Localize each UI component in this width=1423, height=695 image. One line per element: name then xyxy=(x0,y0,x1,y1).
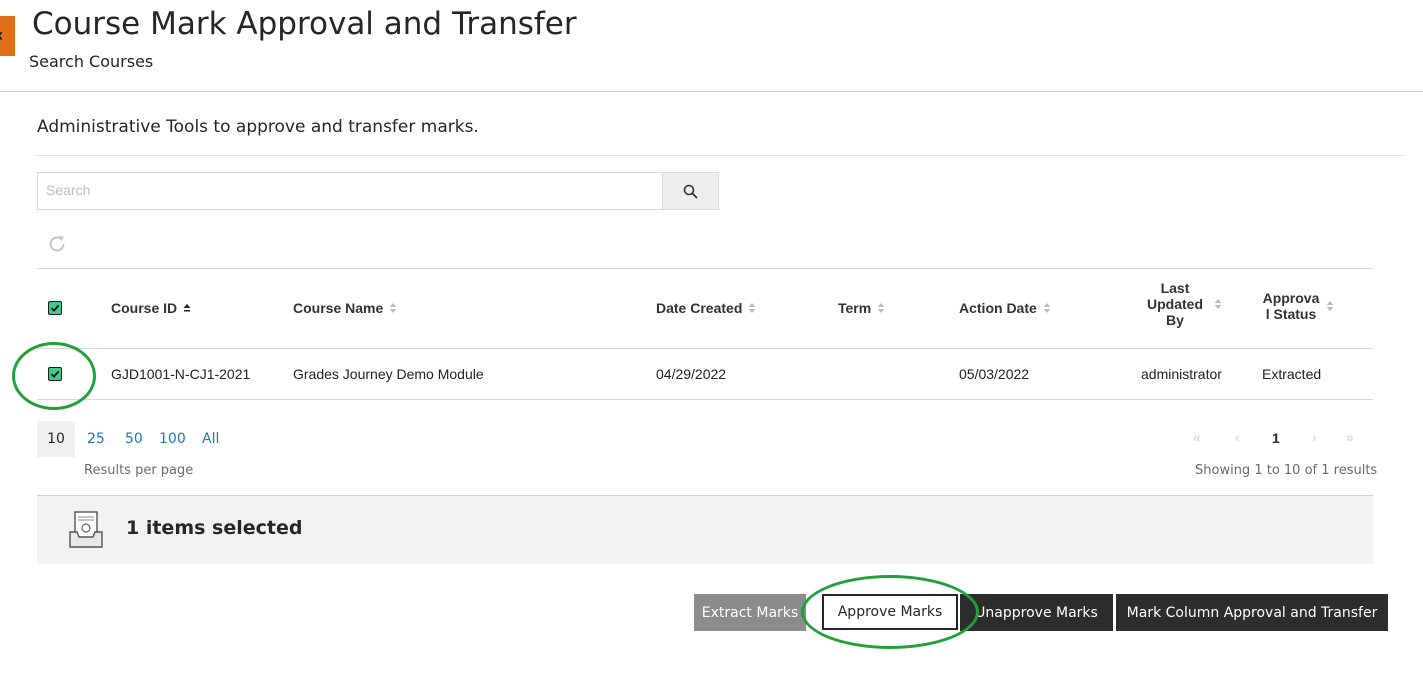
sort-icon xyxy=(389,303,397,313)
check-icon xyxy=(50,370,60,378)
per-page-option-100[interactable]: 100 xyxy=(159,431,186,447)
column-header-action-date[interactable]: Action Date xyxy=(959,300,1051,316)
sort-icon xyxy=(748,303,756,313)
intro-divider xyxy=(37,155,1403,156)
column-header-last-updated-by[interactable]: Last Updated By xyxy=(1142,280,1222,328)
page-title: Course Mark Approval and Transfer xyxy=(32,6,577,42)
column-header-approval-status[interactable]: Approval Status xyxy=(1262,290,1334,322)
column-label: Course ID xyxy=(111,300,178,316)
current-page[interactable]: 1 xyxy=(1272,430,1280,446)
column-label: Approval Status xyxy=(1262,290,1320,322)
prev-page-button[interactable]: ‹ xyxy=(1235,429,1240,445)
sort-asc-icon xyxy=(183,304,191,312)
tray-icon xyxy=(69,511,103,548)
cell-approval-status: Extracted xyxy=(1262,366,1322,382)
cell-course-name: Grades Journey Demo Module xyxy=(293,366,484,382)
per-page-option-25[interactable]: 25 xyxy=(87,431,105,447)
results-summary: Showing 1 to 10 of 1 results xyxy=(1195,463,1378,478)
per-page-option-50[interactable]: 50 xyxy=(125,431,143,447)
sort-icon xyxy=(877,303,885,313)
sort-icon xyxy=(1214,299,1222,309)
sort-icon xyxy=(1326,301,1334,311)
column-label: Term xyxy=(838,300,872,316)
first-page-button[interactable]: « xyxy=(1193,429,1201,445)
column-label: Last Updated By xyxy=(1147,280,1203,328)
column-header-term[interactable]: Term xyxy=(838,300,885,316)
row-checkbox[interactable] xyxy=(48,367,62,381)
table-header-divider xyxy=(37,348,1373,349)
search-icon xyxy=(683,184,698,198)
column-header-date-created[interactable]: Date Created xyxy=(656,300,756,316)
refresh-icon xyxy=(49,236,65,252)
search-button[interactable] xyxy=(662,172,719,210)
approve-marks-button[interactable]: Approve Marks xyxy=(822,594,958,630)
back-button[interactable]: ‹ xyxy=(0,16,15,56)
check-icon xyxy=(50,304,60,312)
cell-date-created: 04/29/2022 xyxy=(656,366,727,382)
extract-marks-button[interactable]: Extract Marks xyxy=(694,594,806,631)
column-label: Date Created xyxy=(656,300,743,316)
column-header-course-name[interactable]: Course Name xyxy=(293,300,397,316)
table-row-divider xyxy=(37,399,1373,400)
refresh-button[interactable] xyxy=(46,233,68,255)
breadcrumb: Search Courses xyxy=(29,52,154,71)
per-page-label: Results per page xyxy=(84,463,194,478)
per-page-option-all[interactable]: All xyxy=(202,431,219,447)
next-page-button[interactable]: › xyxy=(1312,429,1317,445)
column-label: Course Name xyxy=(293,300,384,316)
column-header-course-id[interactable]: Course ID xyxy=(111,300,191,316)
unapprove-marks-button[interactable]: Unapprove Marks xyxy=(960,594,1113,631)
cell-last-updated-by: administrator xyxy=(1141,366,1222,382)
sort-icon xyxy=(1043,303,1051,313)
per-page-option-10[interactable]: 10 xyxy=(37,421,75,457)
table-top-border xyxy=(37,268,1373,269)
intro-text: Administrative Tools to approve and tran… xyxy=(37,117,479,137)
cell-action-date: 05/03/2022 xyxy=(959,366,1030,382)
selection-count: 1 items selected xyxy=(126,517,303,539)
search-field xyxy=(37,172,663,210)
last-page-button[interactable]: » xyxy=(1346,429,1354,445)
mark-column-approval-transfer-button[interactable]: Mark Column Approval and Transfer xyxy=(1116,594,1388,631)
select-all-checkbox[interactable] xyxy=(48,301,62,315)
header-divider xyxy=(0,91,1423,92)
column-label: Action Date xyxy=(959,300,1037,316)
cell-course-id: GJD1001-N-CJ1-2021 xyxy=(111,366,251,382)
search-input[interactable] xyxy=(38,173,654,207)
chevron-left-icon: ‹ xyxy=(0,25,3,46)
